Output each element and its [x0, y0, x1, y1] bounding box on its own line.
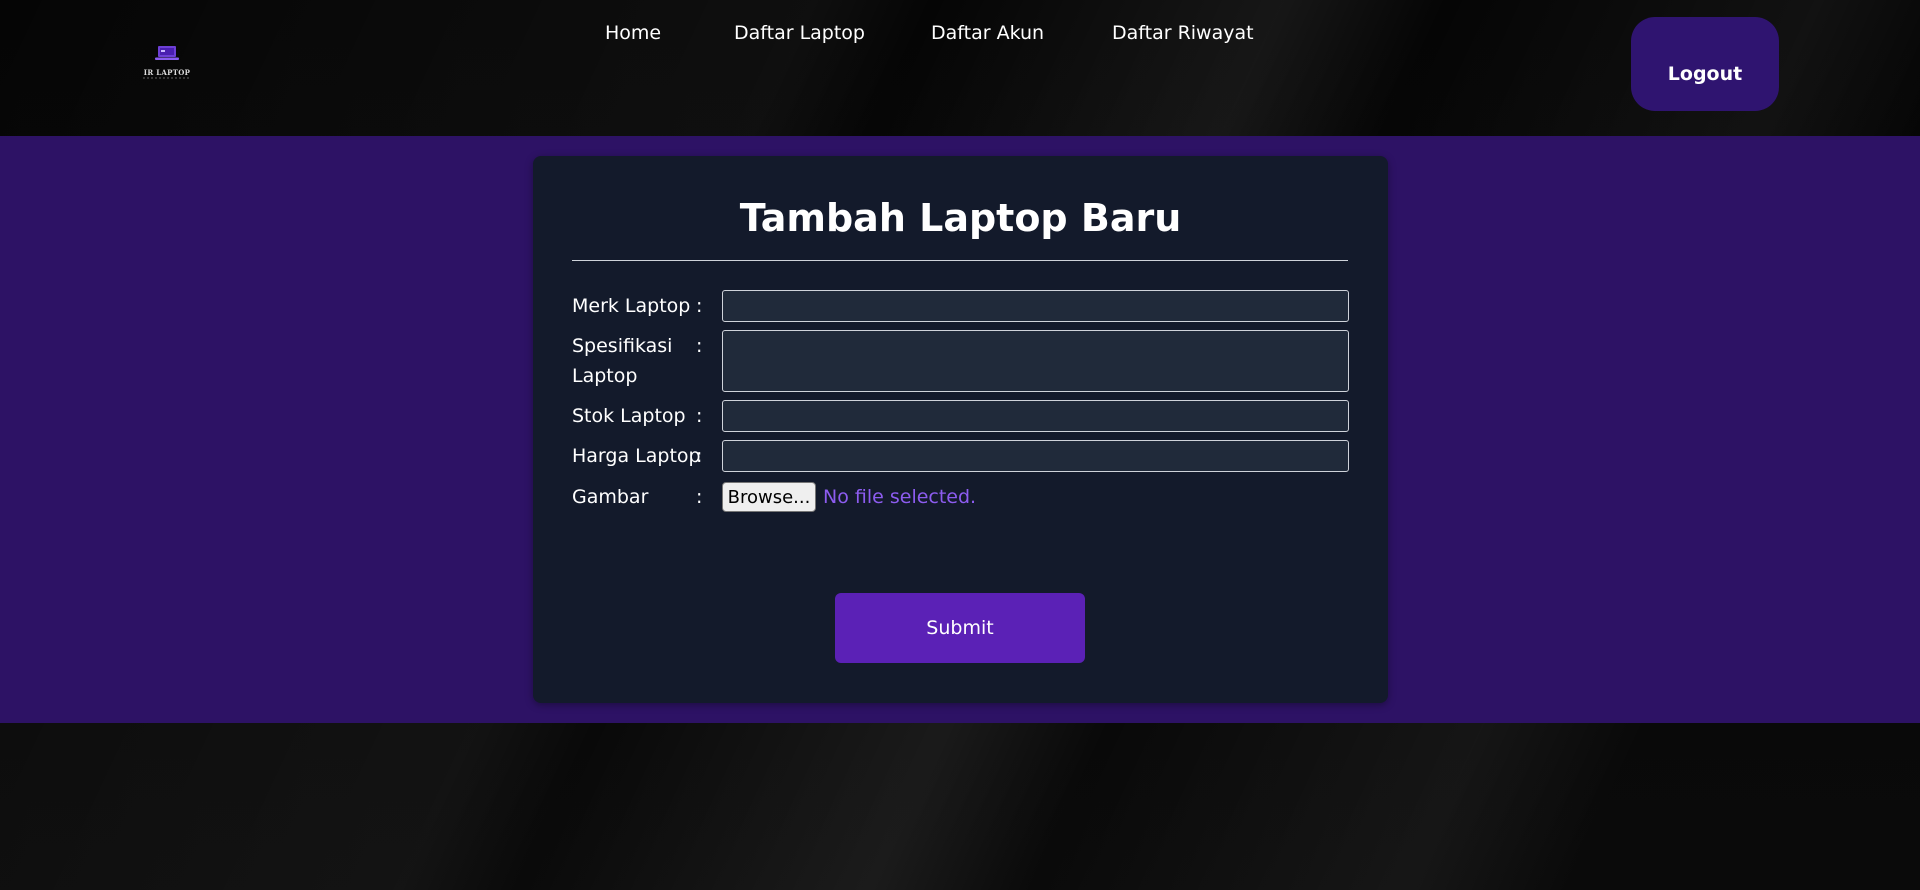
laptop-icon: [155, 46, 179, 60]
file-status-text: No file selected.: [823, 486, 977, 508]
logo-tagline: [143, 77, 191, 79]
logo-text: IR LAPTOP: [143, 68, 191, 77]
merk-laptop-input[interactable]: [722, 290, 1349, 322]
stok-laptop-input[interactable]: [722, 400, 1349, 432]
brand-logo[interactable]: IR LAPTOP: [143, 45, 191, 81]
stok-laptop-colon: :: [696, 405, 703, 427]
merk-laptop-label: Merk Laptop: [572, 295, 691, 317]
form-title: Tambah Laptop Baru: [739, 196, 1182, 240]
harga-laptop-input[interactable]: [722, 440, 1349, 472]
gambar-colon: :: [696, 486, 703, 508]
spesifikasi-laptop-textarea[interactable]: [722, 330, 1349, 392]
harga-laptop-colon: :: [696, 445, 703, 467]
nav-daftar-laptop[interactable]: Daftar Laptop: [734, 22, 865, 44]
logout-button[interactable]: Logout: [1631, 17, 1779, 111]
top-header: IR LAPTOP Home Daftar Laptop Daftar Akun…: [0, 0, 1920, 136]
merk-laptop-colon: :: [696, 295, 703, 317]
title-divider: [572, 260, 1348, 261]
nav-daftar-riwayat[interactable]: Daftar Riwayat: [1112, 22, 1254, 44]
browse-file-button[interactable]: Browse...: [722, 482, 816, 512]
nav-home[interactable]: Home: [605, 22, 661, 44]
spesifikasi-laptop-label: Spesifikasi Laptop: [572, 335, 673, 387]
submit-button[interactable]: Submit: [835, 593, 1085, 663]
spesifikasi-laptop-colon: :: [696, 335, 703, 357]
add-laptop-form-card: Tambah Laptop Baru Merk Laptop : Spesifi…: [533, 156, 1388, 703]
gambar-label: Gambar: [572, 486, 649, 508]
stok-laptop-label: Stok Laptop: [572, 405, 686, 427]
nav-daftar-akun[interactable]: Daftar Akun: [931, 22, 1044, 44]
harga-laptop-label: Harga Laptop: [572, 445, 701, 467]
